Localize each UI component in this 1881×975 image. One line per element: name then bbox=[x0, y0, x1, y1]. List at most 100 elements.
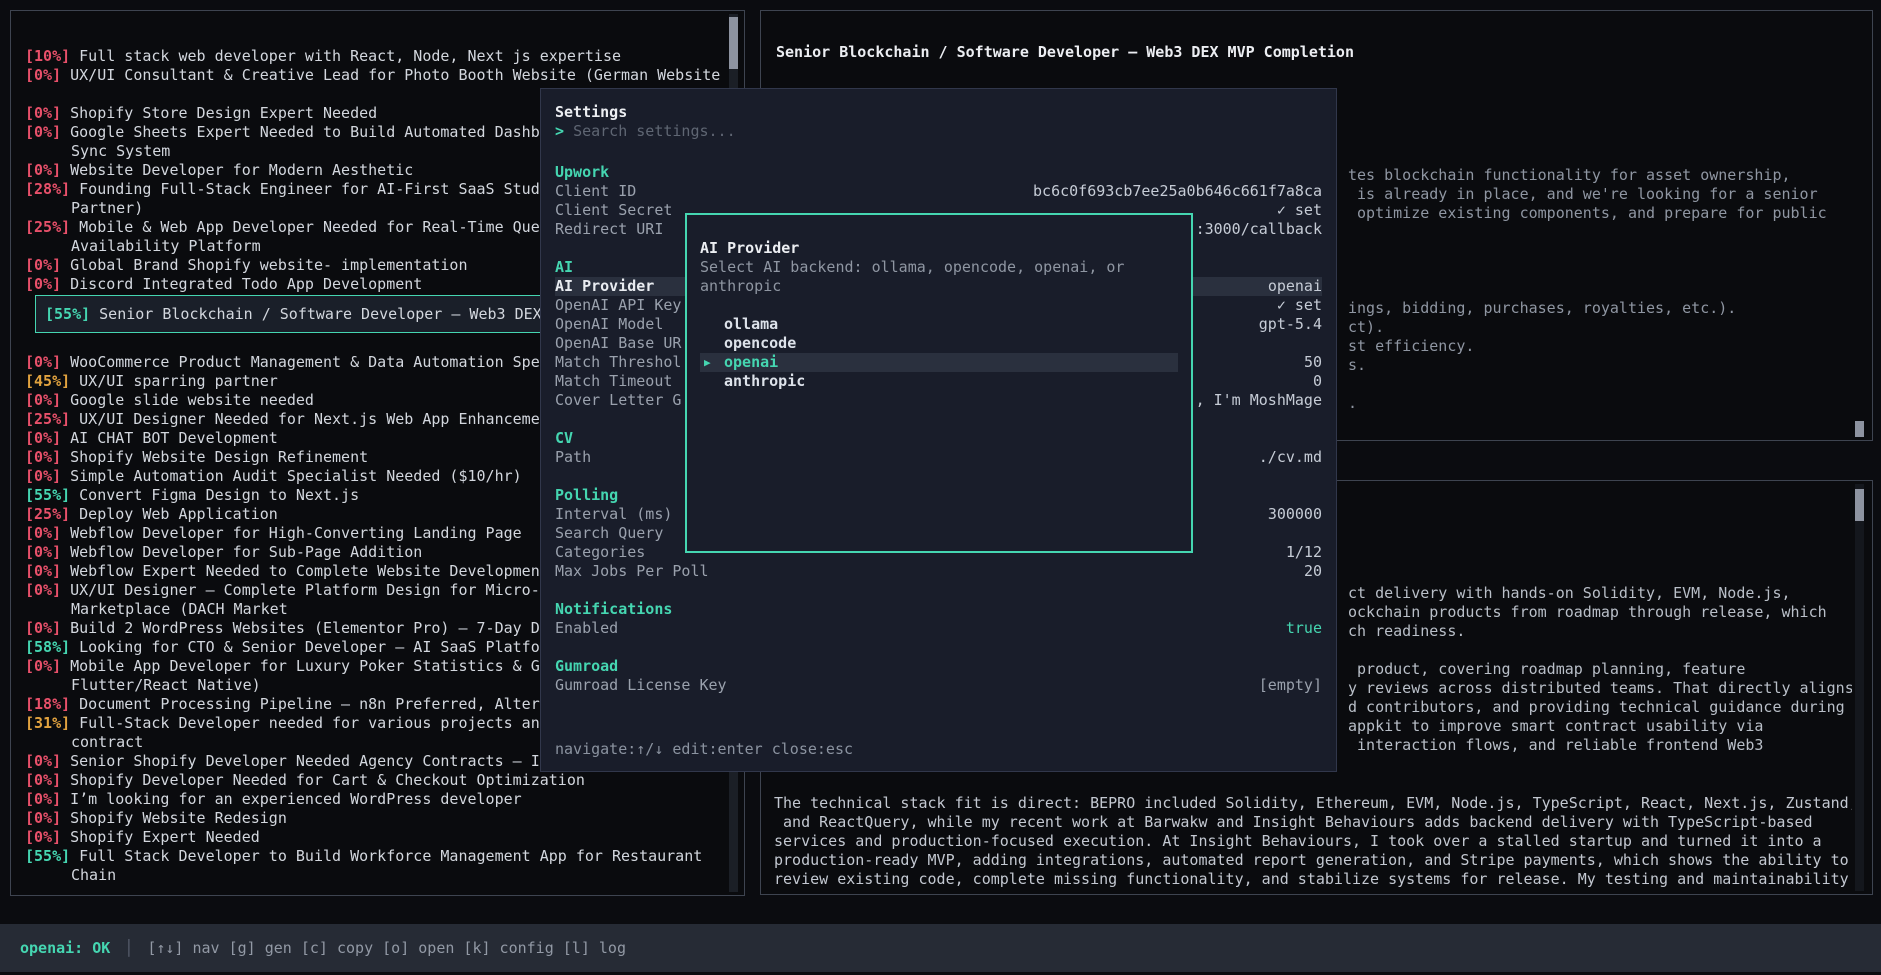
setting-value: , I'm MoshMage bbox=[1196, 391, 1322, 410]
job-list-item[interactable]: [55%] Full Stack Developer to Build Work… bbox=[25, 847, 722, 866]
job-title: Senior Shopify Developer Needed Agency C… bbox=[70, 752, 540, 771]
job-title: Shopify Developer Needed for Cart & Chec… bbox=[70, 771, 585, 790]
app-root: { "colors": {"accent": "#45d6b1", "red":… bbox=[0, 0, 1881, 975]
match-score: [0%] bbox=[25, 275, 61, 294]
match-score: [55%] bbox=[25, 847, 70, 866]
description-line bbox=[1348, 242, 1852, 261]
settings-row[interactable]: Gumroad License Key [empty] bbox=[555, 676, 1322, 695]
job-title: Chain bbox=[25, 866, 116, 885]
setting-value: gpt-5.4 bbox=[1259, 315, 1322, 334]
setting-label: AI bbox=[555, 258, 573, 277]
setting-label: Search Query bbox=[555, 524, 663, 543]
job-title: Partner) bbox=[25, 199, 143, 218]
job-list-item[interactable]: [10%] Full stack web developer with Reac… bbox=[25, 47, 722, 66]
setting-label: AI Provider bbox=[555, 277, 654, 296]
proposal-scrollbar-thumb[interactable] bbox=[1855, 489, 1864, 521]
settings-row[interactable]: Upwork bbox=[555, 163, 1322, 182]
setting-label: Cover Letter G bbox=[555, 391, 681, 410]
job-title: Sync System bbox=[25, 142, 170, 161]
match-score: [0%] bbox=[25, 543, 61, 562]
job-list-item[interactable]: [0%] Shopify Developer Needed for Cart &… bbox=[25, 771, 722, 790]
job-title: Marketplace (DACH Market bbox=[25, 600, 288, 619]
job-list-item[interactable]: [0%] UX/UI Consultant & Creative Lead fo… bbox=[25, 66, 722, 85]
ai-provider-status-label: openai: bbox=[20, 939, 83, 958]
setting-label: Max Jobs Per Poll bbox=[555, 562, 709, 581]
setting-value: 0 bbox=[1313, 372, 1322, 391]
settings-row[interactable] bbox=[555, 638, 1322, 657]
job-list-item[interactable]: [0%] I’m looking for an experienced Word… bbox=[25, 790, 722, 809]
dropdown-option-label: anthropic bbox=[724, 372, 805, 391]
search-prompt-icon: > bbox=[555, 122, 564, 140]
setting-value: ./cv.md bbox=[1259, 448, 1322, 467]
setting-value: ✓ set bbox=[1277, 201, 1322, 220]
status-bar: openai: OK │ [↑↓] nav [g] gen [c] copy [… bbox=[0, 924, 1881, 972]
job-title: Senior Blockchain / Software Developer —… bbox=[99, 305, 542, 324]
setting-label: Client Secret bbox=[555, 201, 672, 220]
job-title: UX/UI Designer Needed for Next.js Web Ap… bbox=[79, 410, 540, 429]
description-line: is already in place, and we're looking f… bbox=[1348, 185, 1852, 204]
job-list-item[interactable]: [0%] Shopify Expert Needed bbox=[25, 828, 722, 847]
proposal-line: d contributors, and providing technical … bbox=[1348, 698, 1852, 717]
proposal-line: product, covering roadmap planning, feat… bbox=[1348, 660, 1852, 679]
proposal-scrollbar-track[interactable] bbox=[1855, 484, 1864, 891]
setting-value: ✓ set bbox=[1277, 296, 1322, 315]
job-description-body: tes blockchain functionality for asset o… bbox=[1348, 166, 1852, 413]
match-score: [0%] bbox=[25, 467, 61, 486]
job-title: Shopify Website Redesign bbox=[70, 809, 287, 828]
match-score: [28%] bbox=[25, 180, 70, 199]
dropdown-option[interactable]: ▶ ollama bbox=[700, 315, 1178, 334]
match-score: [0%] bbox=[25, 657, 61, 676]
settings-row[interactable] bbox=[555, 581, 1322, 600]
job-title: UX/UI sparring partner bbox=[79, 372, 278, 391]
job-title: WooCommerce Product Management & Data Au… bbox=[70, 353, 540, 372]
settings-row[interactable]: Client ID bc6c0f693cb7ee25a0b646c661f7a8… bbox=[555, 182, 1322, 201]
proposal-line: ockchain products from roadmap through r… bbox=[1348, 603, 1852, 622]
setting-value: 300000 bbox=[1268, 505, 1322, 524]
dropdown-option[interactable]: ▶ openai bbox=[700, 353, 1178, 372]
setting-value: openai bbox=[1268, 277, 1322, 296]
setting-value: :3000/callback bbox=[1196, 220, 1322, 239]
setting-label: Enabled bbox=[555, 619, 618, 638]
dropdown-option[interactable]: ▶ opencode bbox=[700, 334, 1178, 353]
proposal-line: interaction flows, and reliable frontend… bbox=[1348, 736, 1852, 755]
job-title: Full Stack Developer to Build Workforce … bbox=[79, 847, 702, 866]
setting-label: Client ID bbox=[555, 182, 636, 201]
description-line: ings, bidding, purchases, royalties, etc… bbox=[1348, 299, 1852, 318]
proposal-body: ct delivery with hands-on Solidity, EVM,… bbox=[1348, 584, 1852, 755]
settings-row[interactable]: Max Jobs Per Poll 20 bbox=[555, 562, 1322, 581]
job-title: UX/UI Designer — Complete Platform Desig… bbox=[70, 581, 540, 600]
match-score: [0%] bbox=[25, 790, 61, 809]
job-title: Convert Figma Design to Next.js bbox=[79, 486, 359, 505]
match-score: [0%] bbox=[25, 256, 61, 275]
setting-label: Interval (ms) bbox=[555, 505, 672, 524]
job-title: Full-Stack Developer needed for various … bbox=[79, 714, 540, 733]
proposal-line bbox=[1348, 641, 1852, 660]
match-score: [0%] bbox=[25, 581, 61, 600]
job-title: Deploy Web Application bbox=[79, 505, 278, 524]
description-scrollbar-thumb[interactable] bbox=[1855, 421, 1864, 437]
job-title: Shopify Expert Needed bbox=[70, 828, 260, 847]
settings-row[interactable]: Gumroad bbox=[555, 657, 1322, 676]
job-title: Google Sheets Expert Needed to Build Aut… bbox=[70, 123, 540, 142]
job-title: UX/UI Consultant & Creative Lead for Pho… bbox=[70, 66, 722, 85]
settings-search-input[interactable]: > Search settings... bbox=[555, 122, 1322, 141]
match-score: [58%] bbox=[25, 638, 70, 657]
match-score: [0%] bbox=[25, 429, 61, 448]
settings-row[interactable]: Enabled true bbox=[555, 619, 1322, 638]
job-list-item[interactable]: Chain bbox=[25, 866, 722, 885]
dropdown-option[interactable]: ▶ anthropic bbox=[700, 372, 1178, 391]
description-line: tes blockchain functionality for asset o… bbox=[1348, 166, 1852, 185]
description-line: . bbox=[1348, 394, 1852, 413]
job-title: Mobile & Web App Developer Needed for Re… bbox=[79, 218, 540, 237]
job-title: Webflow Developer for Sub-Page Addition bbox=[70, 543, 422, 562]
dropdown-description: Select AI backend: ollama, opencode, ope… bbox=[700, 258, 1178, 296]
description-line: s. bbox=[1348, 356, 1852, 375]
proposal-paragraph-line: The technical stack fit is direct: BEPRO… bbox=[774, 794, 1852, 813]
settings-row[interactable]: Notifications bbox=[555, 600, 1322, 619]
job-list-scrollbar-thumb[interactable] bbox=[729, 17, 738, 69]
match-score: [0%] bbox=[25, 161, 61, 180]
setting-label: Gumroad bbox=[555, 657, 618, 676]
description-line: optimize existing components, and prepar… bbox=[1348, 204, 1852, 223]
match-score: [0%] bbox=[25, 391, 61, 410]
job-list-item[interactable]: [0%] Shopify Website Redesign bbox=[25, 809, 722, 828]
